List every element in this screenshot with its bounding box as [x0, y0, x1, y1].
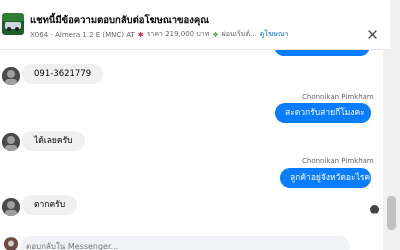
outgoing-message: สะดวกรับสายกี่โมงคะ: [275, 103, 371, 123]
messenger-chat-window: แชทนี้มีข้อความตอบกลับต่อโฆษณาของคุณ X06…: [0, 0, 400, 250]
leaf-icon: ❖: [212, 30, 219, 39]
reply-input[interactable]: [20, 236, 350, 250]
listing-price: ราคา 219,000 บาท: [146, 30, 210, 38]
scrollbar-thumb[interactable]: [387, 196, 396, 230]
incoming-message: ได้เลยครับ: [22, 131, 85, 151]
seen-avatar-icon: [370, 205, 379, 214]
incoming-message: ตากครับ: [22, 195, 78, 215]
outgoing-message: ลูกค้าอยู่จังหวัดอะไรคะ: [280, 168, 375, 188]
listing-extra: ผ่อนเริ่มต์...: [221, 30, 257, 38]
car-thumbnail[interactable]: [2, 13, 24, 35]
chat-header: แชทนี้มีข้อความตอบกลับต่อโฆษณาของคุณ X06…: [0, 0, 390, 50]
sender-name: Chonnikan Pimkham: [302, 157, 374, 165]
price-tag-icon: ✱: [137, 30, 144, 39]
message-composer: [0, 232, 383, 250]
sender-name: Chonnikan Pimkham: [302, 93, 374, 101]
customer-avatar[interactable]: [2, 67, 20, 85]
user-avatar: [4, 237, 18, 250]
customer-avatar[interactable]: [2, 198, 20, 216]
incoming-message: 091-3621779: [22, 64, 104, 84]
close-icon: [367, 29, 377, 39]
close-button[interactable]: [364, 26, 380, 42]
customer-avatar[interactable]: [2, 133, 20, 151]
ad-reply-title: แชทนี้มีข้อความตอบกลับต่อโฆษณาของคุณ: [30, 15, 210, 26]
listing-name: X064 - Almera 1.2 E (MNC) AT: [30, 30, 135, 39]
view-ad-link[interactable]: ดูโฆษณา: [260, 29, 289, 40]
listing-summary: X064 - Almera 1.2 E (MNC) AT ✱ ราคา 219,…: [30, 29, 288, 40]
